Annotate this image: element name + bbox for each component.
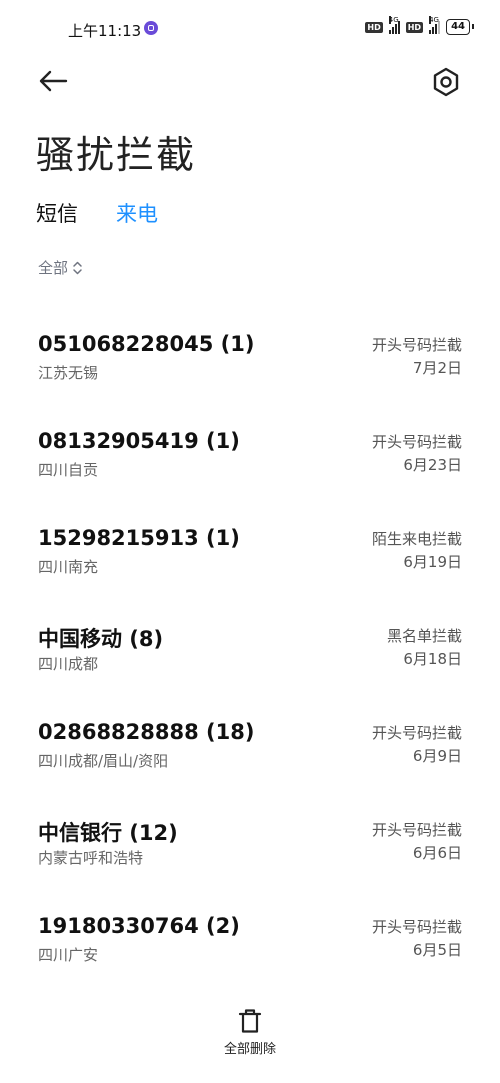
caller-number: 中国移动 (8) [38,627,164,651]
list-item[interactable]: 08132905419 (1) 四川自贡 开头号码拦截 6月23日 [0,413,500,510]
settings-button[interactable] [430,66,462,98]
block-date: 6月18日 [403,650,462,668]
caller-location: 四川成都 [38,655,99,673]
list-item[interactable]: 02868828888 (18) 四川成都/眉山/资阳 开头号码拦截 6月9日 [0,704,500,801]
caller-location: 内蒙古呼和浩特 [38,849,144,867]
signal-icon: 4G [388,16,400,34]
caller-location: 四川自贡 [38,461,99,479]
hd-badge: HD [365,21,383,33]
trash-icon [238,1009,262,1033]
back-button[interactable] [36,66,70,96]
status-bar: 上午11:13 HD 4G HD 4G 44 [0,0,500,60]
system-icons: HD 4G HD 4G 44 [365,16,474,35]
caller-number: 051068228045 (1) [38,332,255,356]
caller-location: 江苏无锡 [38,364,99,382]
caller-number: 08132905419 (1) [38,429,240,453]
page-title: 骚扰拦截 [36,133,197,177]
block-type: 陌生来电拦截 [371,530,462,548]
caller-number: 02868828888 (18) [38,720,255,744]
block-date: 6月6日 [412,844,462,862]
block-date: 6月19日 [403,553,462,571]
signal-icon-2: 4G [429,16,441,34]
list-item[interactable]: 051068228045 (1) 江苏无锡 开头号码拦截 7月2日 [0,316,500,413]
arrow-left-icon [39,70,68,92]
block-date: 7月2日 [412,359,462,377]
blocked-call-list: 051068228045 (1) 江苏无锡 开头号码拦截 7月2日 081329… [0,316,500,995]
caller-number: 19180330764 (2) [38,914,240,938]
caller-number: 中信银行 (12) [38,821,178,845]
caller-number: 15298215913 (1) [38,526,240,550]
battery-indicator: 44 [446,19,474,35]
block-date: 6月9日 [412,747,462,765]
block-type: 开头号码拦截 [371,918,462,936]
block-type: 开头号码拦截 [371,821,462,839]
hd-badge-2: HD [405,21,424,33]
caller-location: 四川成都/眉山/资阳 [38,752,169,770]
tab-calls[interactable]: 来电 [116,198,158,228]
delete-all-button[interactable]: 全部删除 [210,1008,290,1064]
list-item[interactable]: 中国移动 (8) 四川成都 黑名单拦截 6月18日 [0,607,500,704]
delete-all-label: 全部删除 [223,1042,276,1057]
filter-label: 全部 [38,259,69,277]
caller-location: 四川南充 [38,558,99,576]
list-item[interactable]: 15298215913 (1) 四川南充 陌生来电拦截 6月19日 [0,510,500,607]
status-time: 上午11:13 [68,22,142,40]
caller-location: 四川广安 [38,946,99,964]
list-item[interactable]: 中信银行 (12) 内蒙古呼和浩特 开头号码拦截 6月6日 [0,801,500,898]
app-notification-icon [144,21,158,35]
block-date: 6月23日 [403,456,462,474]
hexagon-settings-icon [433,67,459,97]
block-type: 开头号码拦截 [371,336,462,354]
block-type: 黑名单拦截 [386,627,462,645]
block-type: 开头号码拦截 [371,724,462,742]
tab-sms[interactable]: 短信 [36,198,78,228]
filter-dropdown[interactable]: 全部 [38,257,83,278]
block-date: 6月5日 [412,941,462,959]
sort-chevrons-icon [73,261,82,274]
block-type: 开头号码拦截 [371,433,462,451]
list-item[interactable]: 19180330764 (2) 四川广安 开头号码拦截 6月5日 [0,898,500,995]
